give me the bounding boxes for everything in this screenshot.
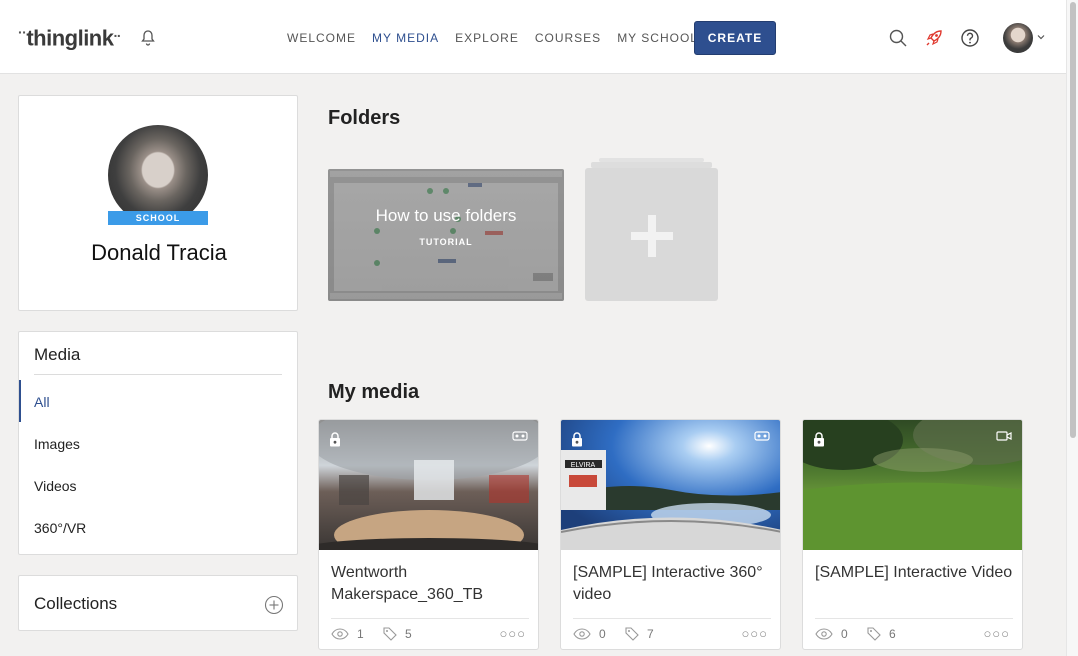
tags-value: 5: [405, 627, 412, 641]
media-tile[interactable]: Wentworth Makerspace_360_TB 1 5 ○○○: [318, 419, 539, 650]
chevron-down-icon[interactable]: [1037, 33, 1045, 41]
main-nav: WELCOME MY MEDIA EXPLORE COURSES MY SCHO…: [287, 31, 714, 45]
top-header: ··thinglink.. WELCOME MY MEDIA EXPLORE C…: [0, 0, 1066, 74]
divider: [815, 618, 1013, 619]
rocket-icon[interactable]: [924, 28, 944, 48]
help-icon[interactable]: [960, 28, 980, 48]
more-options-icon[interactable]: ○○○: [741, 626, 768, 641]
search-icon[interactable]: [888, 28, 908, 48]
media-filter-title: Media: [34, 345, 81, 364]
eye-icon: [573, 628, 591, 640]
lock-icon: [572, 432, 582, 447]
tutorial-subtitle: TUTORIAL: [419, 237, 473, 247]
school-badge: SCHOOL: [108, 211, 208, 225]
media-thumbnail: [803, 420, 1022, 550]
tag-icon: [867, 627, 881, 641]
media-filter-all[interactable]: All: [34, 394, 50, 410]
add-collection-icon[interactable]: [264, 595, 284, 615]
video-camera-icon: [996, 431, 1012, 441]
nav-my-media[interactable]: MY MEDIA: [372, 31, 439, 45]
vr-icon: [512, 431, 528, 441]
more-options-icon[interactable]: ○○○: [499, 626, 526, 641]
tag-icon: [625, 627, 639, 641]
views-count: 0: [573, 627, 606, 641]
collections-card: Collections: [18, 575, 298, 631]
eye-icon: [815, 628, 833, 640]
scrollbar-thumb[interactable]: [1070, 2, 1076, 438]
create-button[interactable]: CREATE: [694, 21, 776, 55]
media-title[interactable]: [SAMPLE] Interactive Video: [815, 562, 1013, 584]
tutorial-preview: [328, 169, 564, 301]
profile-name: Donald Tracia: [91, 240, 227, 265]
views-value: 1: [357, 627, 364, 641]
media-title[interactable]: [SAMPLE] Interactive 360° video: [573, 562, 771, 606]
eye-icon: [331, 628, 349, 640]
media-filter-360vr[interactable]: 360°/VR: [34, 520, 86, 536]
tags-value: 7: [647, 627, 654, 641]
lock-icon: [814, 432, 824, 447]
tag-icon: [383, 627, 397, 641]
thinglink-logo[interactable]: ··thinglink..: [18, 24, 121, 51]
nav-courses[interactable]: COURSES: [535, 31, 601, 45]
folders-heading: Folders: [328, 107, 401, 129]
vr-icon: [754, 431, 770, 441]
views-count: 1: [331, 627, 364, 641]
nav-my-school[interactable]: MY SCHOOL: [617, 31, 698, 45]
media-tile[interactable]: [SAMPLE] Interactive Video 0 6 ○○○: [802, 419, 1023, 650]
collections-title: Collections: [34, 594, 118, 613]
avatar[interactable]: [1003, 23, 1033, 53]
tags-count: 6: [867, 627, 896, 641]
tutorial-folder[interactable]: How to use folders TUTORIAL: [328, 169, 564, 301]
divider: [34, 374, 282, 375]
new-folder-button[interactable]: [585, 158, 718, 301]
views-value: 0: [599, 627, 606, 641]
page-scrollbar[interactable]: [1066, 0, 1078, 656]
media-title[interactable]: Wentworth Makerspace_360_TB: [331, 562, 529, 606]
profile-photo: [108, 125, 208, 225]
tags-count: 5: [383, 627, 412, 641]
media-thumbnail: [319, 420, 538, 550]
views-count: 0: [815, 627, 848, 641]
tags-count: 7: [625, 627, 654, 641]
media-filter-card: Media All Images Videos 360°/VR: [18, 331, 298, 555]
tags-value: 6: [889, 627, 896, 641]
nav-welcome[interactable]: WELCOME: [287, 31, 356, 45]
tutorial-title: How to use folders: [375, 206, 517, 225]
profile-card: SCHOOL Donald Tracia: [18, 95, 298, 311]
lock-icon: [330, 432, 340, 447]
views-value: 0: [841, 627, 848, 641]
media-thumbnail: ELVIRA: [561, 420, 780, 550]
media-tile[interactable]: ELVIRA [SAMPLE] Interactive 360° video 0…: [560, 419, 781, 650]
active-indicator: [19, 380, 21, 422]
bell-icon[interactable]: [139, 29, 157, 47]
divider: [573, 618, 771, 619]
media-filter-images[interactable]: Images: [34, 436, 80, 452]
media-filter-videos[interactable]: Videos: [34, 478, 77, 494]
nav-explore[interactable]: EXPLORE: [455, 31, 519, 45]
svg-text:ELVIRA: ELVIRA: [571, 462, 596, 469]
more-options-icon[interactable]: ○○○: [983, 626, 1010, 641]
divider: [331, 618, 529, 619]
my-media-heading: My media: [328, 381, 420, 403]
